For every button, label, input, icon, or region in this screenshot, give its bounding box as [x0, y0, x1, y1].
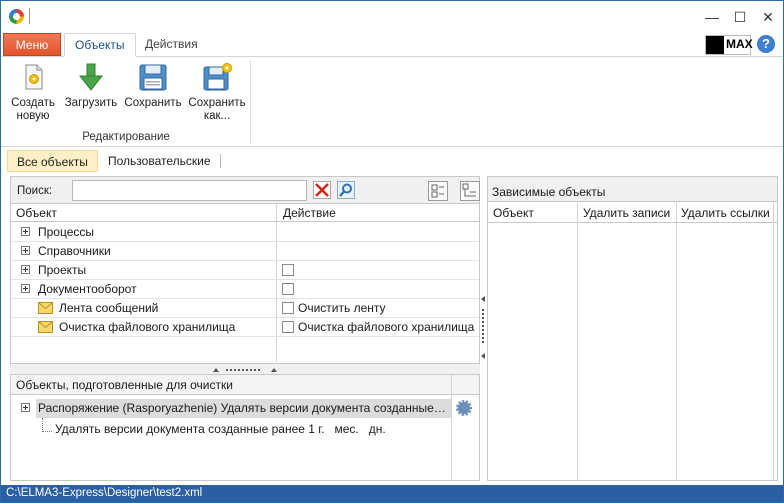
action-checkbox[interactable] [282, 321, 294, 333]
load-button[interactable]: Загрузить [63, 61, 119, 110]
search-label: Поиск: [17, 185, 53, 197]
subtab-separator [220, 154, 221, 168]
minimize-button[interactable]: — [701, 7, 723, 27]
object-filter-tabs: Все объекты Пользовательские [1, 148, 783, 174]
file-path-status: C:\ELMA3-Express\Designer\test2.xml [6, 487, 203, 499]
expand-toggle-icon[interactable] [21, 227, 30, 236]
tree-row-projects[interactable]: Проекты [11, 261, 479, 280]
envelope-icon [38, 321, 53, 333]
title-separator [29, 8, 30, 24]
expand-all-icon[interactable] [428, 181, 448, 201]
search-bar: Поиск: [10, 176, 480, 204]
column-separator [773, 203, 774, 480]
column-separator [577, 203, 578, 480]
ribbon-tabs: Меню Объекты Действия MAX ? [1, 33, 783, 57]
dependent-objects-pane: Зависимые объекты Объект Удалить записи … [487, 176, 778, 481]
column-header-object[interactable]: Объект [16, 206, 57, 220]
status-bar: C:\ELMA3-Express\Designer\test2.xml [1, 485, 783, 502]
clear-search-icon[interactable] [313, 181, 331, 199]
cleanup-child-label: Удалять версии документа созданные ранее… [55, 422, 386, 436]
search-icon[interactable] [337, 181, 355, 199]
tree-header: Объект Действие [11, 204, 479, 222]
create-new-label: Создать новую [11, 97, 55, 122]
dependent-objects-title: Зависимые объекты [492, 185, 606, 199]
floppy-disk-star-icon [201, 61, 233, 93]
tab-objects[interactable]: Объекты [64, 33, 136, 57]
title-bar: — ☐ ✕ [1, 1, 783, 33]
cleanup-list: Объекты, подготовленные для очистки Расп… [10, 374, 480, 481]
column-separator [676, 203, 677, 480]
save-as-button[interactable]: Сохранить как... [187, 61, 247, 123]
tree-row-document-management[interactable]: Документооборот [11, 280, 479, 299]
expand-toggle-icon[interactable] [21, 284, 30, 293]
designer-window: — ☐ ✕ Меню Объекты Действия MAX ? Создат… [0, 0, 784, 503]
editing-group-label: Редактирование [82, 131, 170, 143]
action-checkbox[interactable] [282, 264, 294, 276]
collapse-all-icon[interactable] [460, 181, 480, 201]
column-separator [451, 375, 452, 480]
floppy-disk-icon [137, 61, 169, 93]
tree-row-label: Очистка файлового хранилища [59, 320, 236, 334]
save-button[interactable]: Сохранить [123, 61, 183, 110]
menu-button[interactable]: Меню [3, 33, 61, 56]
column-header-action[interactable]: Действие [283, 206, 336, 220]
vertical-splitter-handle[interactable] [480, 293, 486, 365]
action-label: Очистка файлового хранилища [298, 320, 475, 334]
action-checkbox[interactable] [282, 302, 294, 314]
maximize-button[interactable]: ☐ [729, 7, 751, 27]
ribbon: Создать новую Загрузить Сохранить Сохран… [1, 57, 783, 147]
tree-row-file-storage-cleanup[interactable]: Очистка файлового хранилища Очистка файл… [11, 318, 479, 337]
settings-gear-icon[interactable] [456, 400, 472, 416]
cleanup-item-row[interactable]: Распоряжение (Rasporyazhenie) Удалять ве… [36, 399, 451, 418]
save-as-label: Сохранить как... [188, 97, 246, 122]
cleanup-header-label: Объекты, подготовленные для очистки [16, 378, 233, 392]
expand-toggle-icon[interactable] [21, 265, 30, 274]
column-header-delete-links[interactable]: Удалить ссылки [681, 206, 770, 220]
load-label: Загрузить [64, 97, 118, 109]
tree-row-label: Документооборот [38, 282, 137, 296]
download-arrow-icon [75, 61, 107, 93]
tab-custom-objects[interactable]: Пользовательские [99, 150, 220, 172]
collapse-toggle-icon[interactable] [21, 403, 30, 412]
tree-row-label: Лента сообщений [59, 301, 159, 315]
envelope-icon [38, 302, 53, 314]
action-checkbox[interactable] [282, 283, 294, 295]
horizontal-splitter[interactable] [10, 364, 480, 374]
brand-logo: MAX [705, 35, 753, 55]
action-label: Очистить ленту [298, 301, 386, 315]
search-input[interactable] [72, 180, 307, 201]
help-icon[interactable]: ? [757, 35, 775, 53]
dependent-objects-header: Объект Удалить записи Удалить ссылки [488, 203, 777, 223]
objects-tree: Объект Действие Процессы Справочники Про… [10, 204, 480, 364]
dependent-objects-title-bar: Зависимые объекты [488, 177, 777, 202]
tree-row-label: Проекты [38, 263, 87, 277]
save-label: Сохранить [124, 97, 182, 109]
tree-row-label: Процессы [38, 225, 95, 239]
brand-logo-mark [706, 36, 724, 54]
brand-logo-text: MAX [726, 37, 753, 51]
ribbon-group-separator [250, 61, 251, 143]
new-document-icon [17, 61, 49, 93]
objects-pane: Поиск: Объект Действие Процессы Справочн… [10, 176, 480, 481]
tree-row-processes[interactable]: Процессы [11, 223, 479, 242]
cleanup-header: Объекты, подготовленные для очистки [11, 375, 479, 395]
tree-connector [42, 418, 52, 432]
tree-row-label: Справочники [38, 244, 111, 258]
tab-actions[interactable]: Действия [135, 33, 208, 57]
app-logo-icon [9, 9, 24, 24]
column-header-delete-records[interactable]: Удалить записи [583, 206, 670, 220]
tab-all-objects[interactable]: Все объекты [7, 150, 98, 172]
column-header-object[interactable]: Объект [493, 206, 534, 220]
tree-row-directories[interactable]: Справочники [11, 242, 479, 261]
create-new-button[interactable]: Создать новую [7, 61, 59, 123]
expand-toggle-icon[interactable] [21, 246, 30, 255]
cleanup-item-label: Распоряжение (Rasporyazhenie) Удалять ве… [38, 401, 448, 415]
tree-row-message-feed[interactable]: Лента сообщений Очистить ленту [11, 299, 479, 318]
close-button[interactable]: ✕ [757, 7, 779, 27]
